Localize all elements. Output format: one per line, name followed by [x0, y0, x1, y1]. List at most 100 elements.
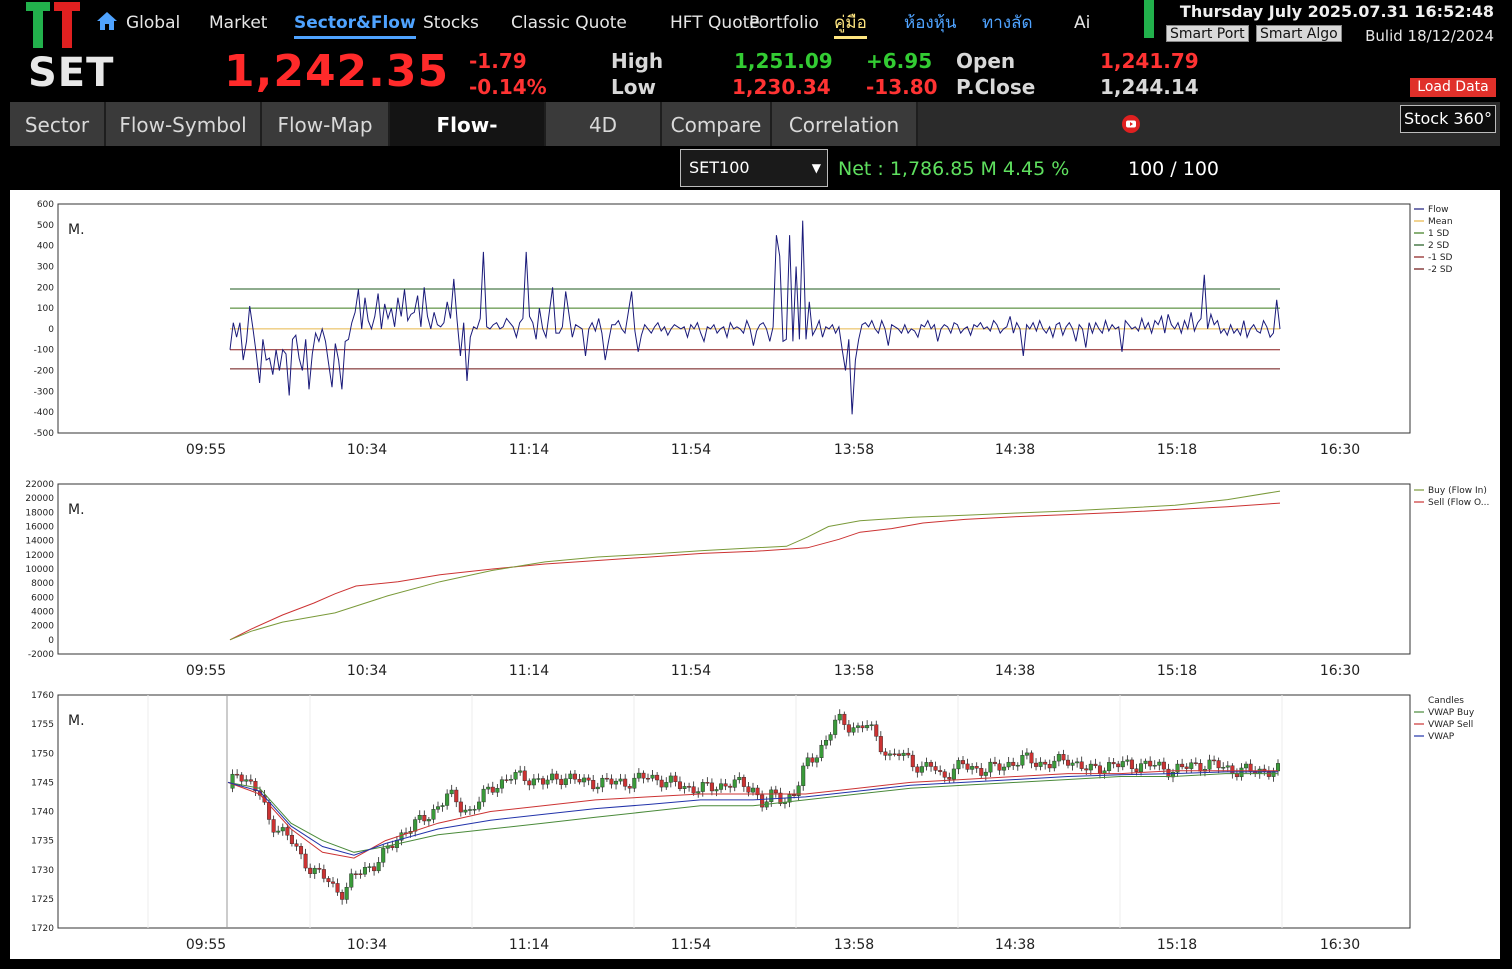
candle-body: [1221, 767, 1226, 769]
candle-body: [865, 725, 870, 729]
x-tick-label: 13:58: [834, 442, 874, 458]
candle-body: [536, 778, 541, 780]
flow-chart[interactable]: 600 500 400 300 200 100 0 -100 -200 -300 -400 -500 0…: [10, 190, 1500, 458]
tab-bar: Sector Flow-Symbol Flow-Map Flow-IntraDa…: [10, 102, 1500, 183]
candle-body: [682, 786, 687, 789]
legend-entry: VWAP Buy: [1428, 708, 1475, 718]
smart-algo-button[interactable]: Smart Algo: [1256, 25, 1342, 42]
net-flow-value: Net : 1,786.85 M: [838, 158, 997, 180]
candle-body: [1239, 767, 1244, 778]
candle-body: [1125, 759, 1130, 762]
candle-body: [851, 727, 856, 733]
nav-classic-quote[interactable]: Classic Quote: [511, 10, 627, 36]
candle-body: [1056, 754, 1061, 762]
datetime-label: Thursday July 2025.07.31 16:52:48: [1179, 2, 1494, 21]
y-tick-label: 4000: [31, 608, 54, 618]
candle-body: [919, 766, 924, 773]
nav-portfolio[interactable]: Portfolio: [749, 10, 819, 36]
candle-body: [1161, 761, 1166, 770]
nav-shortcut[interactable]: ทางลัด: [982, 10, 1033, 36]
candle-body: [910, 754, 915, 768]
stock-360-button[interactable]: Stock 360°: [1400, 105, 1496, 133]
candle-body: [673, 775, 678, 782]
candle-body: [582, 777, 587, 783]
candle-body: [892, 753, 897, 756]
candle-body: [614, 780, 619, 785]
y-tick-label: 200: [37, 283, 54, 293]
youtube-icon[interactable]: [1121, 114, 1141, 134]
legend-entry: Sell (Flow O...: [1428, 498, 1489, 508]
tab-sector[interactable]: Sector: [10, 102, 106, 146]
legend-entry: -1 SD: [1428, 253, 1453, 263]
candle-body: [741, 776, 746, 787]
filter-row: SET100 ▼ Net : 1,786.85 M 4.45 % 100 / 1…: [10, 146, 1500, 190]
y-tick-label: 1735: [31, 837, 54, 847]
candle-body: [1116, 763, 1121, 768]
candle-body: [961, 760, 966, 765]
candle-body: [805, 757, 810, 767]
candle-body: [426, 819, 431, 822]
legend-entry: Buy (Flow In): [1428, 486, 1487, 496]
net-flow-label: Net : 1,786.85 M 4.45 %: [838, 158, 1069, 180]
candle-body: [299, 846, 304, 855]
candle-body: [1198, 763, 1203, 772]
nav-market[interactable]: Market: [209, 10, 267, 36]
candle-body: [1111, 762, 1116, 765]
candle-vwap-chart[interactable]: 1760 1755 1750 1745 1740 1735 1730 1725 1720 09:5…: [10, 685, 1500, 959]
x-tick-label: 14:38: [995, 442, 1035, 458]
candle-body: [983, 771, 988, 776]
candle-body: [1006, 761, 1011, 768]
candle-body: [413, 819, 418, 832]
candle-body: [714, 789, 719, 792]
candle-body: [390, 845, 395, 848]
x-tick-label: 11:54: [671, 663, 711, 679]
tab-flow-map[interactable]: Flow-Map: [262, 102, 390, 146]
candle-body: [1129, 759, 1134, 770]
candle-body: [814, 757, 819, 763]
nav-stocks[interactable]: Stocks: [423, 10, 479, 36]
y-tick-label: 1760: [31, 691, 54, 701]
tab-compare[interactable]: Compare: [662, 102, 772, 146]
index-select[interactable]: SET100 ▼: [680, 149, 828, 187]
candle-body: [1011, 761, 1016, 766]
nav-guide[interactable]: คู่มือ: [834, 10, 867, 39]
x-tick-label: 15:18: [1157, 937, 1197, 953]
x-tick-label: 11:54: [671, 937, 711, 953]
x-tick-label: 15:18: [1157, 663, 1197, 679]
y-tick-label: 300: [37, 262, 54, 272]
load-data-button[interactable]: Load Data: [1410, 78, 1496, 97]
tab-correlation[interactable]: Correlation: [772, 102, 918, 146]
candle-body: [627, 786, 632, 789]
nav-sector-flow[interactable]: Sector&Flow: [294, 10, 416, 39]
candle-body: [335, 883, 340, 893]
nav-global[interactable]: Global: [126, 10, 180, 36]
candle-body: [280, 827, 285, 832]
candle-body: [604, 777, 609, 780]
status-indicator-bar: [1144, 0, 1154, 38]
x-tick-label: 10:34: [347, 663, 387, 679]
nav-stock-room[interactable]: ห้องหุ้น: [904, 10, 957, 36]
candle-body: [458, 801, 463, 813]
tab-flow-intraday[interactable]: Flow-IntraDay: [390, 102, 546, 183]
candle-body: [1024, 752, 1029, 756]
tab-flow-symbol[interactable]: Flow-Symbol: [106, 102, 262, 146]
x-tick-label: 13:58: [834, 937, 874, 953]
candle-body: [664, 782, 669, 788]
candle-body: [1134, 768, 1139, 772]
buy-sell-chart[interactable]: 2200020000180001600014000120001000080006…: [10, 473, 1500, 685]
candle-body: [1180, 763, 1185, 768]
home-icon[interactable]: [96, 11, 118, 31]
candle-body: [495, 788, 500, 793]
candle-body: [860, 725, 865, 729]
smart-port-button[interactable]: Smart Port: [1166, 25, 1249, 42]
y-tick-label: 2000: [31, 622, 54, 632]
legend-entry: 1 SD: [1428, 229, 1449, 239]
legend-entry: -2 SD: [1428, 265, 1453, 275]
nav-ai[interactable]: Ai: [1074, 10, 1090, 36]
y-tick-label: 0: [48, 636, 54, 646]
candle-body: [691, 786, 696, 794]
tab-4d[interactable]: 4D: [546, 102, 662, 146]
candle-body: [874, 724, 879, 737]
nav-hft-quote[interactable]: HFT Quote: [670, 10, 760, 36]
candle-body: [618, 778, 623, 782]
